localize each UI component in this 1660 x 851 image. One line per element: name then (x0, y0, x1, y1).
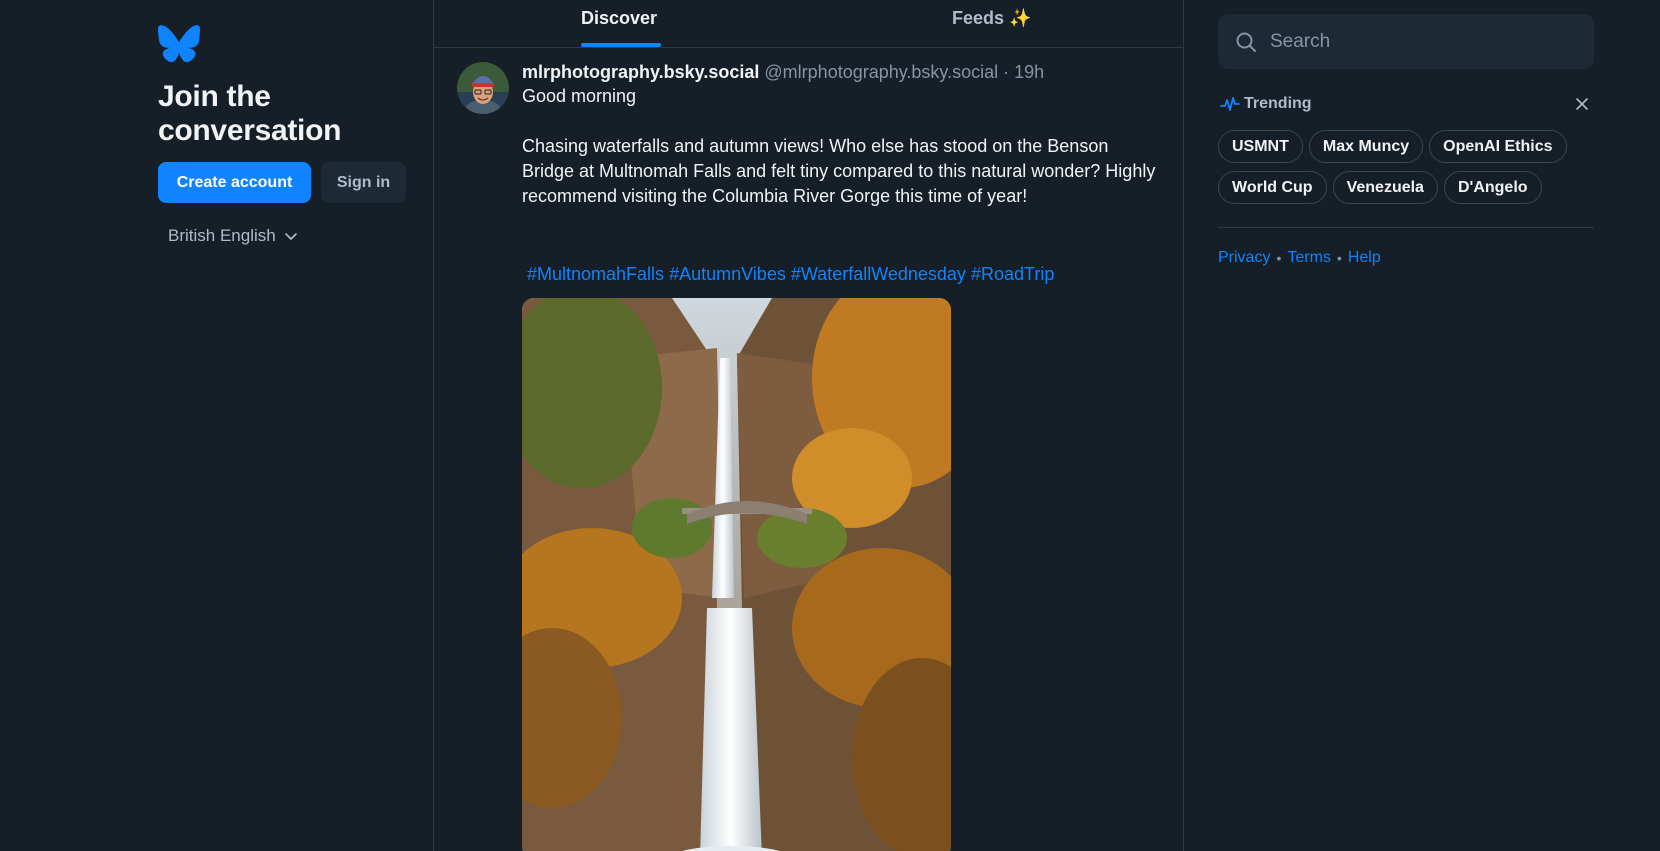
trending-topic-chip[interactable]: World Cup (1218, 171, 1327, 204)
avatar[interactable] (457, 62, 509, 114)
privacy-link[interactable]: Privacy (1218, 249, 1270, 267)
search-box[interactable] (1218, 14, 1594, 69)
search-icon (1236, 32, 1256, 52)
trending-icon (1220, 97, 1240, 111)
language-label: British English (168, 226, 276, 245)
post-author[interactable]: mlrphotography.bsky.social (522, 62, 759, 82)
join-title: Join the conversation (158, 80, 342, 147)
post-text: Good morning Chasing waterfalls and autu… (522, 84, 1162, 234)
trending-topic-chip[interactable]: Venezuela (1332, 171, 1438, 204)
footer-links: Privacy • Terms • Help (1218, 247, 1381, 269)
post-image[interactable] (522, 298, 951, 851)
hashtag-link[interactable]: #AutumnVibes (669, 264, 786, 284)
language-select[interactable]: British English (168, 224, 298, 248)
trending-header: Trending (1220, 92, 1592, 116)
trending-topic-chip[interactable]: D'Angelo (1443, 171, 1542, 204)
main-feed: Discover Feeds ✨ mlrphotography.bsky.soc… (433, 0, 1184, 851)
post-body: Chasing waterfalls and autumn views! Who… (522, 136, 1156, 206)
post-separator: · (1003, 62, 1010, 82)
terms-link[interactable]: Terms (1287, 249, 1331, 267)
bluesky-page: Join the conversation Create account Sig… (0, 0, 1660, 851)
trending-topics: USMNT Max Muncy OpenAI Ethics World Cup … (1218, 130, 1594, 204)
create-account-button[interactable]: Create account (158, 162, 311, 203)
hashtag-link[interactable]: #MultnomahFalls (527, 264, 664, 284)
tab-feeds[interactable]: Feeds ✨ (952, 0, 1031, 48)
right-sidebar: Trending USMNT Max Muncy OpenAI Ethics W… (1184, 0, 1660, 851)
sign-in-button[interactable]: Sign in (321, 162, 406, 203)
trending-topic-chip[interactable]: Max Muncy (1308, 130, 1424, 163)
footer-separator: • (1276, 250, 1282, 266)
trending-label: Trending (1244, 95, 1312, 112)
trending-topic-chip[interactable]: USMNT (1218, 130, 1303, 163)
active-tab-indicator (581, 43, 661, 47)
chevron-down-icon (284, 233, 297, 240)
help-link[interactable]: Help (1348, 249, 1381, 267)
hashtag-link[interactable]: #RoadTrip (971, 264, 1054, 284)
post-hashtags: #MultnomahFalls #AutumnVibes #WaterfallW… (527, 262, 1167, 287)
tab-discover[interactable]: Discover (581, 0, 657, 48)
hashtag-link[interactable]: #WaterfallWednesday (791, 264, 966, 284)
butterfly-logo-icon[interactable] (158, 25, 200, 63)
post-time[interactable]: 19h (1014, 62, 1044, 82)
close-icon[interactable] (1572, 94, 1592, 114)
post-handle[interactable]: @mlrphotography.bsky.social (764, 62, 998, 82)
post-header: mlrphotography.bsky.social @mlrphotograp… (522, 60, 1162, 84)
footer-separator: • (1336, 250, 1342, 266)
trending-topic-chip[interactable]: OpenAI Ethics (1429, 130, 1567, 163)
search-input[interactable] (1270, 30, 1570, 53)
divider (1218, 227, 1594, 228)
feed-tabs: Discover Feeds ✨ (434, 0, 1183, 48)
left-sidebar: Join the conversation Create account Sig… (0, 0, 433, 851)
post-greeting: Good morning (522, 86, 637, 106)
